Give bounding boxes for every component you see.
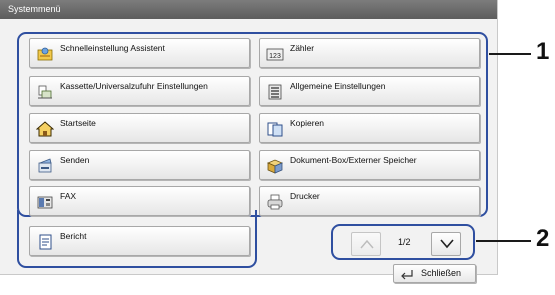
- page-indicator: 1/2: [398, 237, 411, 247]
- chevron-down-icon: [440, 239, 454, 249]
- fax-icon: [37, 196, 53, 209]
- menu-button-quick-setup-wizard[interactable]: Schnelleinstellung Assistent: [29, 38, 250, 68]
- window-title: Systemmenü: [0, 0, 497, 19]
- menu-label: Allgemeine Einstellungen: [290, 81, 386, 91]
- menu-button-home[interactable]: Startseite: [29, 113, 250, 143]
- wizard-icon: [37, 47, 53, 61]
- chevron-up-icon: [360, 239, 374, 249]
- menu-label: Drucker: [290, 191, 320, 201]
- menu-button-report[interactable]: Bericht: [29, 226, 250, 256]
- menu-button-cassette-settings[interactable]: Kassette/Universalzufuhr Einstellungen: [29, 76, 250, 106]
- menu-button-fax[interactable]: FAX: [29, 186, 250, 216]
- menu-label: Bericht: [60, 231, 87, 241]
- menu-label: Startseite: [60, 118, 96, 128]
- home-icon: [36, 121, 54, 137]
- callout-2-number: 2: [536, 225, 550, 252]
- callout-1-line: [489, 53, 531, 55]
- cassette-icon: [38, 85, 52, 99]
- settings-icon: [268, 84, 282, 100]
- return-arrow-icon: [401, 270, 413, 280]
- send-icon: [38, 158, 52, 173]
- copy-icon: [267, 122, 283, 137]
- close-label: Schließen: [421, 268, 462, 278]
- printer-icon: [267, 194, 283, 210]
- menu-label: Kassette/Universalzufuhr Einstellungen: [60, 81, 208, 91]
- menu-button-printer[interactable]: Drucker: [259, 186, 480, 216]
- menu-button-general-settings[interactable]: Allgemeine Einstellungen: [259, 76, 480, 106]
- menu-button-send[interactable]: Senden: [29, 150, 250, 180]
- menu-label: Kopieren: [290, 118, 325, 128]
- svg-text:123: 123: [269, 53, 281, 60]
- counter-icon: 123: [266, 48, 284, 61]
- menu-label: Senden: [60, 155, 90, 165]
- callout-2-line: [476, 240, 531, 242]
- menu-button-copy[interactable]: Kopieren: [259, 113, 480, 143]
- menu-button-document-box[interactable]: Dokument-Box/Externer Speicher: [259, 150, 480, 180]
- menu-label: FAX: [60, 191, 77, 201]
- menu-button-counter[interactable]: 123 Zähler: [259, 38, 480, 68]
- menu-label: Zähler: [290, 43, 315, 53]
- page-down-button[interactable]: [431, 232, 461, 256]
- callout-1-number: 1: [536, 38, 550, 65]
- report-icon: [39, 234, 52, 250]
- menu-label: Schnelleinstellung Assistent: [60, 43, 165, 53]
- close-button[interactable]: Schließen: [393, 264, 476, 283]
- page-up-button[interactable]: [351, 232, 381, 256]
- menu-label: Dokument-Box/Externer Speicher: [290, 155, 417, 165]
- document-box-icon: [266, 159, 284, 174]
